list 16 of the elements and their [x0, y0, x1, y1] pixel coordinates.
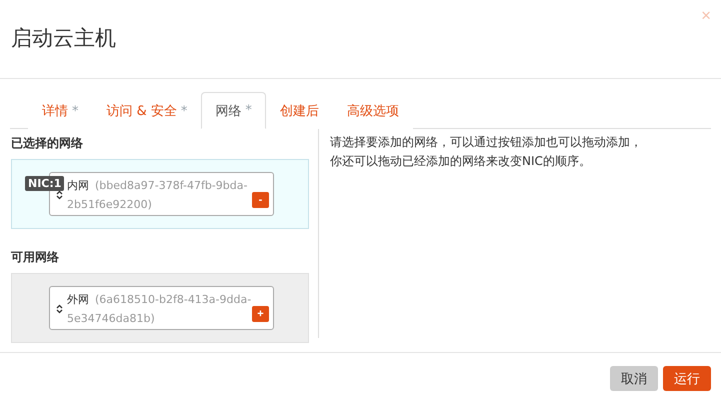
section-title: 可用网络	[11, 249, 60, 266]
help-text: 请选择要添加的网络，可以通过按钮添加也可以拖动添加，你还可以拖动已经添加的网络来改变NIC的顺序。	[330, 134, 643, 170]
sort-icon	[56, 304, 63, 314]
sort-icon	[56, 190, 63, 200]
nic-badge: NIC:1	[25, 176, 64, 191]
dialog-title: 启动云主机	[11, 25, 116, 52]
section-title: 已选择的网络	[11, 135, 84, 152]
tab[interactable]: 访问 & 安全 *	[92, 92, 202, 129]
cancel-button[interactable]: 取消	[610, 366, 658, 391]
network-item[interactable]: 外网 (6a618510-b2f8-413a-9dda-5e34746da81b) +	[49, 286, 274, 330]
remove-button[interactable]: -	[252, 192, 269, 208]
run-button[interactable]: 运行	[663, 366, 711, 391]
add-button[interactable]: +	[252, 306, 269, 322]
tab[interactable]: 网络 *	[201, 92, 266, 129]
network-label: 外网 (6a618510-b2f8-413a-9dda-5e34746da81b)	[67, 292, 252, 327]
network-label: 内网 (bbed8a97-378f-47fb-9bda-2b51f6e92200)	[67, 178, 248, 213]
